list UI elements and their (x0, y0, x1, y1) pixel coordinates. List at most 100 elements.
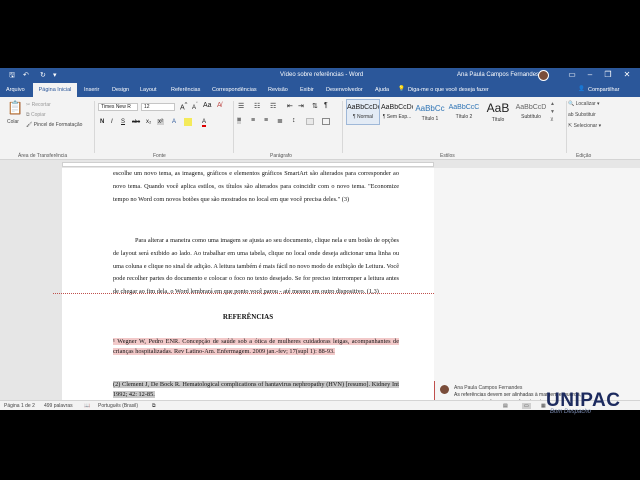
font-name-select[interactable]: Times New R (98, 103, 138, 111)
strikethrough-button[interactable]: abc (132, 119, 140, 125)
copy-button[interactable]: ⧉ Copiar (26, 112, 46, 118)
text-effects-button[interactable]: A (172, 119, 176, 125)
tell-me-box[interactable]: Diga-me o que você deseja fazer (408, 87, 489, 93)
print-layout-icon[interactable]: ▭ (522, 403, 531, 409)
replace-label: Substituir (574, 112, 596, 118)
borders-icon[interactable] (322, 118, 330, 125)
paste-button[interactable]: Colar (7, 119, 19, 125)
divider (233, 101, 234, 153)
underline-button[interactable]: S (121, 119, 125, 125)
subscript-button[interactable]: x₂ (146, 119, 151, 125)
clipboard-group-label: Área de Transferência (18, 153, 68, 159)
italic-button[interactable]: I (111, 119, 113, 125)
copy-label: Copiar (30, 112, 46, 118)
tab-referencias[interactable]: Referências (171, 87, 200, 93)
tab-design[interactable]: Design (112, 87, 129, 93)
select-button[interactable]: ⇱ Selecionar ▾ (568, 123, 601, 129)
paragraph[interactable]: escolhe um novo tema, as imagens, gráfic… (113, 168, 399, 206)
font-size-select[interactable]: 12 (141, 103, 175, 111)
format-painter-button[interactable]: 🖌 Pincel de Formatação (26, 122, 82, 128)
change-case-icon[interactable]: Aa (203, 102, 212, 109)
bullets-icon[interactable]: ☰ (238, 102, 244, 110)
word-window: 🖫 ↶ ↻ ▾ Vídeo sobre referências - Word A… (0, 68, 640, 410)
read-mode-icon[interactable]: ▤ (503, 403, 508, 409)
ruler-bar[interactable] (62, 162, 434, 167)
tab-ajuda[interactable]: Ajuda (375, 87, 389, 93)
unipac-logo: UNIPAC Bom Despacho (546, 390, 636, 422)
style-title[interactable]: AaB Título (481, 99, 515, 125)
status-bar: Página 1 de 2 499 palavras 📖 Português (… (0, 400, 640, 410)
tab-revisao[interactable]: Revisão (268, 87, 288, 93)
share-icon: 👤 (578, 86, 585, 92)
reference-entry[interactable]: (2) Clement J, De Bock R. Hematological … (113, 380, 399, 400)
decrease-indent-icon[interactable]: ⇤ (287, 102, 293, 110)
align-center-icon[interactable]: ≡ (251, 117, 255, 124)
style-no-spacing[interactable]: AaBbCcDc ¶ Sem Esp... (380, 99, 414, 125)
justify-icon[interactable]: ≣ (277, 117, 283, 125)
align-right-icon[interactable]: ≡ (264, 117, 268, 124)
word-count[interactable]: 499 palavras (44, 403, 73, 409)
multilevel-list-icon[interactable]: ☶ (270, 102, 276, 110)
grow-font-icon[interactable]: A^ (180, 102, 187, 111)
ribbon-display-icon[interactable]: ▭ (566, 70, 578, 79)
language[interactable]: Português (Brasil) (98, 403, 138, 409)
align-left-icon[interactable]: ≡ (237, 117, 242, 124)
styles-scroll-icon[interactable]: ▲ ▼ ⊻ (550, 100, 555, 124)
reference-entry[interactable]: ¹ Wegner W, Pedro ENR. Concepção de saúd… (113, 337, 399, 367)
highlighted-reference: ¹ Wegner W, Pedro ENR. Concepção de saúd… (113, 338, 399, 355)
logo-tagline: Bom Despacho (550, 409, 592, 415)
restore-button[interactable]: ❐ (602, 70, 614, 79)
page-count[interactable]: Página 1 de 2 (4, 403, 35, 409)
style-name: ¶ Normal (352, 114, 374, 120)
clipboard-icon[interactable]: 📋 (7, 100, 23, 116)
numbering-icon[interactable]: ☷ (254, 102, 260, 110)
close-button[interactable]: ✕ (621, 70, 633, 79)
comment-connector (53, 293, 434, 294)
user-name[interactable]: Ana Paula Campos Fernandes (457, 72, 539, 78)
minimize-button[interactable]: – (584, 70, 596, 79)
sort-icon[interactable]: ⇅ (312, 102, 318, 110)
customize-quick-access-icon[interactable]: ▾ (53, 71, 57, 79)
style-subtitle[interactable]: AaBbCcD Subtítulo (514, 99, 548, 125)
increase-indent-icon[interactable]: ⇥ (298, 102, 304, 110)
selected-reference: (2) Clement J, De Bock R. Hematological … (113, 381, 399, 398)
shrink-font-icon[interactable]: Aˇ (192, 102, 198, 111)
proofing-icon[interactable]: 📖 (84, 403, 90, 409)
cut-button[interactable]: ✂ Recortar (26, 102, 51, 108)
tab-correspondencias[interactable]: Correspondências (212, 87, 257, 93)
clear-formatting-icon[interactable]: A̸ (217, 102, 222, 109)
highlight-color-icon[interactable] (184, 118, 192, 126)
find-button[interactable]: 🔍 Localizar ▾ (568, 101, 600, 107)
style-preview: AaBbCcD (515, 104, 547, 111)
tab-arquivo[interactable]: Arquivo (6, 87, 25, 93)
superscript-button[interactable]: x² (157, 119, 164, 125)
share-button[interactable]: Compartilhar (588, 87, 619, 93)
tab-pagina-inicial[interactable]: Página Inicial (33, 83, 77, 97)
tab-inserir[interactable]: Inserir (84, 87, 99, 93)
document-page[interactable]: escolhe um novo tema, as imagens, gráfic… (62, 168, 434, 400)
style-normal[interactable]: AaBbCcDc ¶ Normal (346, 99, 380, 125)
save-icon[interactable]: 🖫 (9, 71, 15, 82)
font-color-button[interactable]: A (202, 119, 207, 127)
style-name: ¶ Sem Esp... (382, 114, 412, 120)
redo-icon[interactable]: ↻ (40, 71, 46, 79)
macro-icon[interactable]: ⧉ (152, 403, 156, 409)
replace-button[interactable]: ab Substituir (568, 112, 596, 118)
comment-avatar (440, 385, 449, 394)
paragraph[interactable]: Para alterar a maneira como uma imagem s… (113, 235, 399, 299)
tab-exibir[interactable]: Exibir (300, 87, 314, 93)
divider (566, 101, 567, 153)
tab-desenvolvedor[interactable]: Desenvolvedor (326, 87, 363, 93)
bold-button[interactable]: N (100, 119, 104, 125)
shading-icon[interactable] (306, 118, 314, 125)
style-name: Título 1 (421, 116, 439, 122)
replace-icon: ab (568, 112, 574, 118)
style-heading-1[interactable]: AaBbCc Título 1 (413, 99, 447, 125)
undo-icon[interactable]: ↶ (23, 71, 29, 79)
style-preview: AaBbCcC (448, 104, 480, 111)
style-heading-2[interactable]: AaBbCcC Título 2 (447, 99, 481, 125)
line-spacing-icon[interactable]: ↕ (292, 117, 296, 124)
tab-layout[interactable]: Layout (140, 87, 157, 93)
show-marks-icon[interactable]: ¶ (324, 102, 328, 109)
avatar[interactable] (538, 70, 549, 81)
